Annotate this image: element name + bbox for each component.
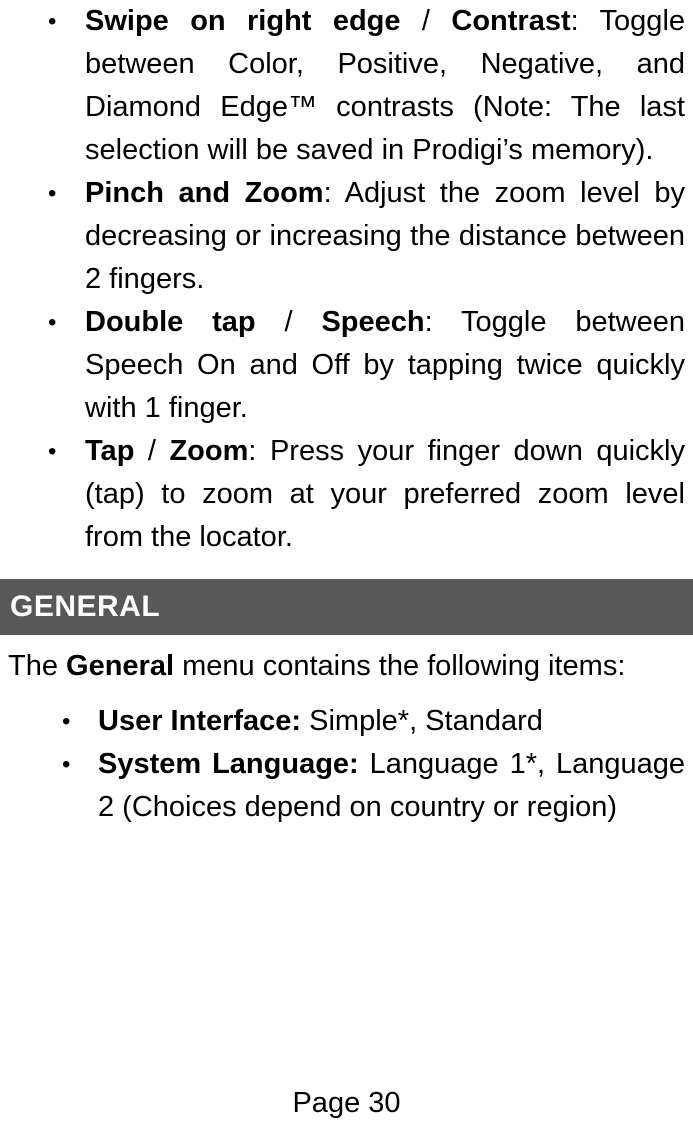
menu-item-label: User Interface: [98, 705, 302, 737]
gesture-name-primary: Double tap [85, 306, 256, 338]
list-item: Swipe on right edge / Contrast: Toggle b… [0, 0, 693, 172]
gesture-separator: / [400, 5, 452, 37]
intro-menu-name: General [66, 650, 175, 682]
gesture-name-secondary: Speech [321, 306, 425, 338]
list-item: User Interface: Simple*, Standard [0, 700, 693, 743]
gesture-separator: / [255, 306, 322, 338]
gesture-list: Swipe on right edge / Contrast: Toggle b… [0, 0, 693, 559]
list-item: Pinch and Zoom: Adjust the zoom level by… [0, 172, 693, 301]
menu-item-options: Simple*, Standard [301, 705, 543, 737]
section-header-general: GENERAL [0, 579, 693, 635]
general-menu-list: User Interface: Simple*, Standard System… [0, 700, 693, 829]
gesture-name-primary: Tap [85, 435, 135, 467]
intro-text-after: menu contains the following items: [174, 650, 626, 682]
intro-text-before: The [8, 650, 67, 682]
gesture-separator: / [134, 435, 170, 467]
section-title: GENERAL [10, 590, 161, 623]
list-item: Double tap / Speech: Toggle between Spee… [0, 301, 693, 430]
general-intro-paragraph: The General menu contains the following … [0, 645, 693, 688]
list-item: System Language: Language 1*, Language 2… [0, 743, 693, 829]
page-number-footer: Page 30 [292, 1087, 401, 1119]
gesture-name-secondary: Zoom [169, 435, 249, 467]
menu-item-label: System Language: [98, 748, 359, 780]
gesture-name-secondary: Contrast [451, 5, 571, 37]
gesture-name-primary: Pinch and Zoom [85, 177, 324, 209]
list-item: Tap / Zoom: Press your finger down quick… [0, 430, 693, 559]
gesture-name-primary: Swipe on right edge [85, 5, 401, 37]
manual-page: Swipe on right edge / Contrast: Toggle b… [0, 0, 693, 1138]
